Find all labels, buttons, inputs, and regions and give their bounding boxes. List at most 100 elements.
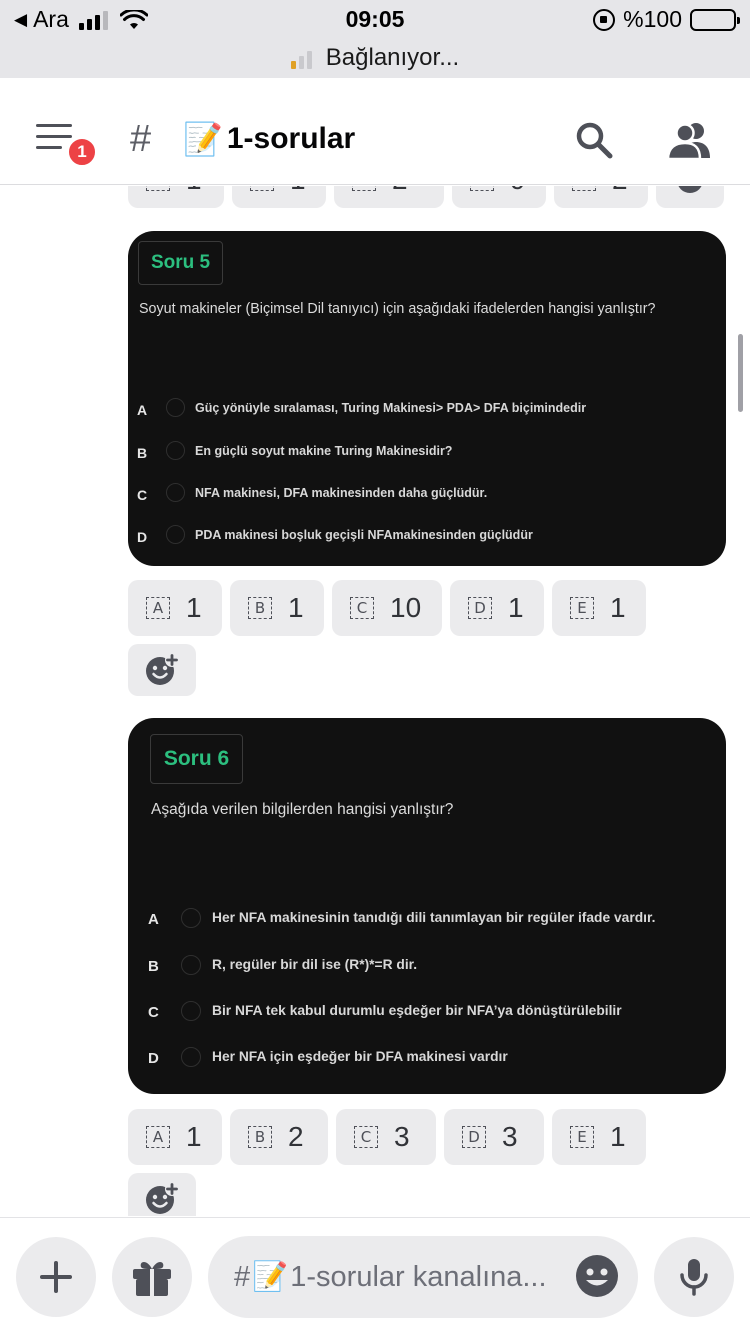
channel-header: 1 # 📝 1-sorular [0,78,750,185]
reaction-d[interactable]: D3 [444,1109,544,1165]
battery-percent: %100 [623,6,682,32]
app-screen: ◀ Ara 09:05 %100 Bağlanıyor... 1 # 📝 1-s… [0,0,750,1334]
option-text: PDA makinesi boşluk geçişli NFAmakinesin… [195,528,533,542]
memo-emoji: 📝 [183,121,223,157]
reaction-c[interactable]: C3 [336,1109,436,1165]
reaction-b[interactable]: B2 [230,1109,328,1165]
connection-status-label: Bağlanıyor... [325,44,460,71]
option-text: En güçlü soyut makine Turing Makinesidir… [195,444,453,458]
reaction-e[interactable]: E2 [554,186,648,208]
reaction-count: 10 [390,592,422,623]
message-list[interactable]: A1 B1 C2 D9 E2 Soru 5 Soyut makineler (B… [0,186,750,1216]
search-icon[interactable] [574,120,614,160]
question-tag: Soru 6 [150,734,243,784]
letter-d-emoji: D [462,1126,486,1148]
reaction-count: 2 [392,186,408,196]
radio-button[interactable] [181,1047,201,1067]
reaction-c[interactable]: C2 [334,186,444,208]
radio-button[interactable] [166,483,185,502]
question-card: Soru 6 Aşağıda verilen bilgilerden hangi… [128,718,726,1094]
letter-a-emoji: A [146,186,170,191]
option-letter: B [137,445,148,461]
radio-button[interactable] [166,441,185,460]
reaction-count: 1 [290,186,306,196]
channel-name: 1-sorular [226,122,356,155]
emoji-icon[interactable] [574,1253,620,1299]
add-reaction-icon [678,186,702,193]
reaction-bar-previous: A1 B1 C2 D9 E2 [128,186,724,208]
reaction-a[interactable]: A1 [128,186,224,208]
reaction-count: 3 [502,1121,518,1152]
option-letter: C [137,487,148,503]
status-bar: ◀ Ara 09:05 %100 Bağlanıyor... [0,0,750,78]
placeholder-hash: # [234,1260,251,1293]
reaction-count: 1 [610,592,626,623]
connection-status: Bağlanıyor... [0,44,750,72]
reaction-b[interactable]: B1 [232,186,326,208]
letter-b-emoji: B [250,186,274,191]
scrollbar[interactable] [738,334,743,412]
question-card: Soru 5 Soyut makineler (Biçimsel Dil tan… [128,231,726,566]
reaction-a[interactable]: A1 [128,580,222,636]
radio-button[interactable] [166,398,185,417]
plus-icon [40,1261,72,1293]
reaction-e[interactable]: E1 [552,1109,646,1165]
gift-button[interactable] [112,1237,192,1317]
add-reaction-button[interactable] [656,186,724,208]
letter-e-emoji: E [572,186,596,191]
letter-b-emoji: B [248,597,272,619]
letter-d-emoji: D [470,186,494,191]
members-icon[interactable] [666,120,712,160]
reaction-b[interactable]: B1 [230,580,324,636]
status-right: %100 [593,6,740,33]
letter-c-emoji: C [350,597,374,619]
reaction-d[interactable]: D1 [450,580,544,636]
reaction-count: 1 [186,592,202,623]
reaction-c[interactable]: C 10 [332,580,442,636]
reaction-e[interactable]: E1 [552,580,646,636]
channel-title[interactable]: 📝 1-sorular [183,120,355,158]
radio-button[interactable] [181,955,201,975]
add-reaction-button[interactable] [128,644,196,696]
option-text: R, regüler bir dil ise (R*)*=R dir. [212,957,418,972]
placeholder-text: 1-sorular kanalına... [290,1260,547,1293]
radio-button[interactable] [181,908,201,928]
placeholder-memo-emoji: 📝 [252,1261,289,1293]
reaction-count: 2 [612,186,628,196]
add-reaction-button[interactable] [128,1173,196,1216]
option-letter: A [148,911,159,928]
letter-a-emoji: A [146,1126,170,1148]
reaction-count: 1 [288,592,304,623]
reaction-d[interactable]: D9 [452,186,546,208]
letter-c-emoji: C [354,1126,378,1148]
option-letter: A [137,402,148,418]
option-letter: D [148,1050,159,1067]
option-text: Bir NFA tek kabul durumlu eşdeğer bir NF… [212,1003,622,1018]
option-text: Güç yönüyle sıralaması, Turing Makinesi>… [195,401,587,415]
option-text: Her NFA makinesinin tanıdığı dili tanıml… [212,910,656,925]
radio-button[interactable] [181,1001,201,1021]
voice-message-button[interactable] [654,1237,734,1317]
message-composer: # 📝 1-sorular kanalına... [0,1217,750,1334]
letter-c-emoji: C [352,186,376,191]
letter-e-emoji: E [570,1126,594,1148]
battery-icon [690,8,740,31]
channel-hash-icon: # [130,118,152,160]
reaction-count: 1 [610,1121,626,1152]
option-letter: C [148,1004,159,1021]
reaction-bar: A1 B1 C 10 D1 E1 [128,580,646,636]
option-text: Her NFA için eşdeğer bir DFA makinesi va… [212,1049,508,1064]
add-reaction-icon [146,653,179,685]
add-reaction-icon [146,1182,179,1214]
radio-button[interactable] [166,525,185,544]
attach-button[interactable] [16,1237,96,1317]
orientation-lock-icon [593,8,616,31]
letter-a-emoji: A [146,597,170,619]
reaction-count: 3 [394,1121,410,1152]
reaction-count: 1 [186,186,202,196]
reaction-count: 1 [186,1121,202,1152]
reaction-a[interactable]: A1 [128,1109,222,1165]
letter-b-emoji: B [248,1126,272,1148]
option-letter: B [148,958,159,975]
letter-e-emoji: E [570,597,594,619]
